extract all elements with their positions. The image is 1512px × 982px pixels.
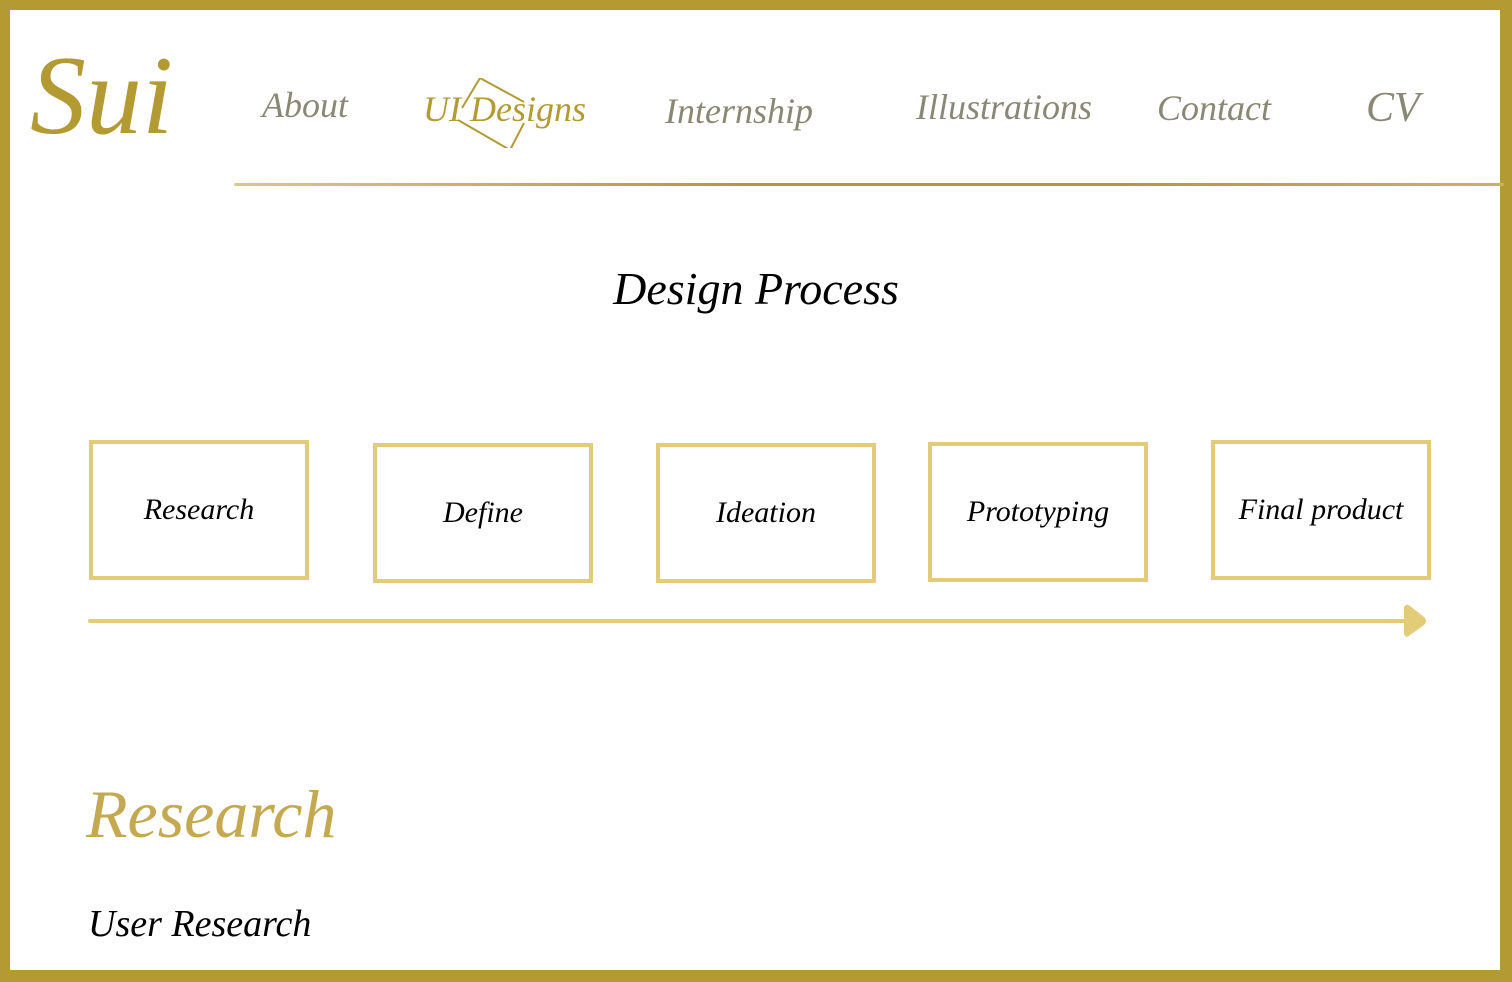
step-label: Final product (1238, 493, 1404, 526)
step-research[interactable]: Research (89, 440, 309, 580)
research-heading: Research (86, 776, 337, 852)
nav-contact[interactable]: Contact (1157, 87, 1271, 129)
nav-ui-designs[interactable]: UI Designs (423, 88, 586, 130)
step-label: Define (443, 496, 523, 529)
nav-cv[interactable]: CV (1366, 84, 1420, 132)
header-divider (234, 183, 1504, 186)
step-final-product[interactable]: Final product (1211, 440, 1431, 580)
step-label: Research (143, 493, 255, 526)
step-ideation[interactable]: Ideation (656, 443, 876, 583)
logo[interactable]: Sui (30, 40, 173, 152)
process-arrow-icon (88, 604, 1426, 637)
section-title: Design Process (613, 263, 899, 314)
nav-internship[interactable]: Internship (665, 90, 813, 132)
step-label: Prototyping (966, 495, 1110, 528)
step-prototyping[interactable]: Prototyping (928, 442, 1148, 582)
user-research-subheading: User Research (88, 903, 312, 945)
step-define[interactable]: Define (373, 443, 593, 583)
step-label: Ideation (716, 496, 816, 529)
nav-about[interactable]: About (262, 84, 348, 126)
nav-illustrations[interactable]: Illustrations (916, 86, 1092, 128)
